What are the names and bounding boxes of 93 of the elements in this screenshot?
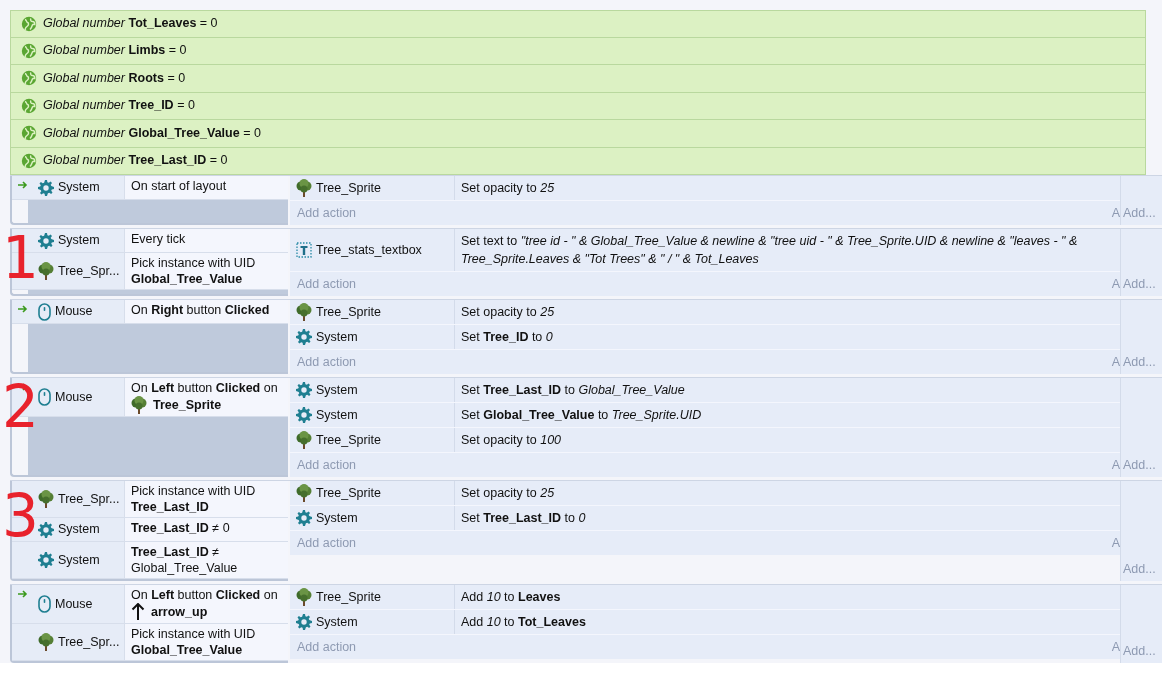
variable-row[interactable]: Global number Tree_Last_ID = 0 (10, 147, 1146, 175)
globe-icon (21, 152, 37, 169)
action-text: Set opacity to 100 (460, 432, 563, 449)
gear-icon (296, 382, 312, 398)
parameter-object: arrow_up (151, 604, 208, 620)
tree-icon (296, 588, 312, 606)
text-box-icon (296, 242, 312, 258)
object-name: System (316, 613, 358, 631)
variable-row[interactable]: Global number Tot_Leaves = 0 (10, 10, 1146, 38)
arrow-up-icon (131, 603, 145, 621)
tree-icon (38, 490, 54, 508)
object-name: Tree_Spr... (58, 262, 120, 280)
object-name: Tree_Spr... (58, 633, 120, 651)
object-name: Tree_Sprite (316, 484, 381, 502)
variable-row[interactable]: Global number Limbs = 0 (10, 37, 1146, 65)
condition-object[interactable]: Mouse (12, 300, 124, 323)
action-row[interactable]: System Set Tree_Last_ID to Global_Tree_Value (290, 378, 1120, 403)
variable-text: Global number Roots = 0 (43, 69, 186, 87)
action-text: Add 10 to Tot_Leaves (460, 614, 587, 631)
parameter-object: Tree_Sprite (153, 397, 222, 413)
tree-icon (296, 179, 312, 197)
action-text: Set opacity to 25 (460, 180, 556, 197)
mouse-icon (38, 302, 51, 321)
condition-object[interactable]: System (12, 176, 124, 199)
object-name: Tree_Sprite (316, 431, 381, 449)
action-text: Set Tree_Last_ID to 0 (460, 510, 587, 527)
object-name: Mouse (55, 303, 93, 321)
object-name: System (58, 232, 100, 250)
action-text: Set text to "tree id - " & Global_Tree_Value & newline & "tree uid - " & Tree_Sprite.UID & newline & "leaves - " & Tree_Sprite.Leaves & "Tot Trees" & " / " & Tot_Leaves (460, 233, 1079, 268)
gear-icon (38, 521, 54, 538)
gear-icon (296, 510, 312, 526)
action-row[interactable]: Tree_Sprite Set opacity to 25 (290, 481, 1120, 506)
condition-object[interactable]: Mouse (12, 585, 124, 623)
variable-row[interactable]: Global number Global_Tree_Value = 0 (10, 120, 1146, 148)
object-name: System (316, 328, 358, 346)
action-row[interactable]: Tree_stats_textbox Set text to "tree id - " & Global_Tree_Value & newline & "tree uid - " & Tree_Sprite.UID & newline & "leaves - " & Tree_Sprite.Leaves & "Tot Trees" & " / " & Tot_Leaves (290, 229, 1120, 272)
action-row[interactable]: Tree_Sprite Set opacity to 25 (290, 300, 1120, 325)
action-row[interactable]: System Set Global_Tree_Value to Tree_Sprite.UID (290, 403, 1120, 428)
object-name: System (316, 509, 358, 527)
action-text: Set Tree_Last_ID to Global_Tree_Value (460, 382, 686, 399)
object-name: System (316, 406, 358, 424)
mouse-icon (38, 388, 51, 406)
tree-icon (38, 262, 54, 280)
gear-icon (38, 232, 54, 249)
variable-text: Global number Limbs = 0 (43, 42, 187, 60)
object-name: Tree_stats_textbox (316, 241, 422, 259)
globe-icon (21, 125, 37, 142)
variable-text: Global number Tot_Leaves = 0 (43, 15, 218, 33)
action-row[interactable]: Tree_Sprite Set opacity to 25 (290, 176, 1120, 201)
object-name: Mouse (55, 595, 93, 613)
action-text: Set opacity to 25 (460, 304, 556, 321)
tree-icon (296, 484, 312, 502)
action-text: Set opacity to 25 (460, 485, 556, 502)
variable-text: Global number Tree_Last_ID = 0 (43, 152, 228, 170)
object-name: Tree_Sprite (316, 303, 381, 321)
variable-row[interactable]: Global number Tree_ID = 0 (10, 92, 1146, 120)
action-row[interactable]: Tree_Sprite Add 10 to Leaves (290, 585, 1120, 610)
object-name: Tree_Sprite (316, 179, 381, 197)
globe-icon (21, 15, 37, 32)
gear-icon (296, 614, 312, 630)
gear-icon (38, 179, 54, 196)
tree-icon (131, 396, 147, 414)
gear-icon (38, 552, 54, 568)
tree-icon (296, 303, 312, 321)
globe-icon (21, 42, 37, 59)
variable-text: Global number Tree_ID = 0 (43, 97, 195, 115)
variable-row[interactable]: Global number Roots = 0 (10, 65, 1146, 93)
object-name: System (58, 179, 100, 197)
object-name: System (316, 381, 358, 399)
action-text: Set Tree_ID to 0 (460, 329, 554, 346)
gear-icon (296, 329, 312, 345)
globe-icon (21, 70, 37, 87)
tree-icon (38, 633, 54, 651)
action-text: Set Global_Tree_Value to Tree_Sprite.UID (460, 407, 703, 424)
object-name: System (58, 521, 100, 539)
action-row[interactable]: System Set Tree_Last_ID to 0 (290, 506, 1120, 531)
condition-object[interactable]: Tree_Spr... (12, 624, 124, 660)
variable-text: Global number Global_Tree_Value = 0 (43, 124, 261, 142)
object-name: Mouse (55, 388, 93, 406)
gear-icon (296, 407, 312, 423)
condition-text: On Left button Clicked on (131, 587, 279, 603)
object-name: System (58, 551, 100, 569)
action-row[interactable]: System Set Tree_ID to 0 (290, 325, 1120, 350)
tree-icon (296, 431, 312, 449)
action-text: Add 10 to Leaves (460, 589, 562, 606)
mouse-icon (38, 595, 51, 613)
condition-text: On Left button Clicked on (131, 380, 279, 396)
object-name: Tree_Sprite (316, 588, 381, 606)
globe-icon (21, 97, 37, 114)
object-name: Tree_Spr... (58, 490, 120, 508)
condition-object[interactable]: System (12, 542, 124, 578)
action-row[interactable]: Tree_Sprite Set opacity to 100 (290, 428, 1120, 453)
action-row[interactable]: System Add 10 to Tot_Leaves (290, 610, 1120, 635)
